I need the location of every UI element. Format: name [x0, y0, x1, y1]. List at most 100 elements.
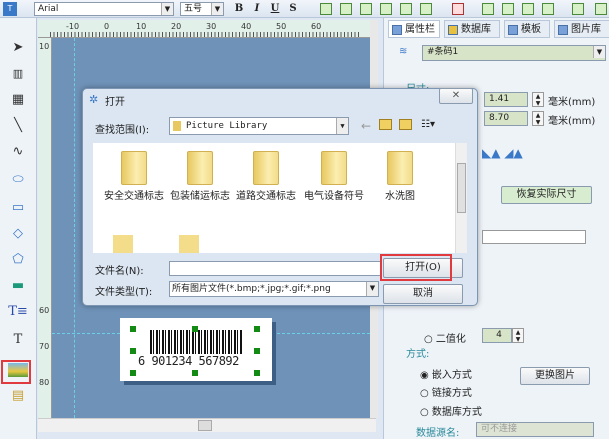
text-style-icon[interactable]: T — [3, 2, 17, 16]
folder-icon — [187, 151, 213, 185]
chevron-down-icon: ▼ — [336, 118, 348, 134]
center-icon[interactable] — [452, 3, 464, 15]
file-list[interactable]: 安全交通标志 包装储运标志 道路交通标志 电气设备符号 水洗图 — [93, 143, 467, 253]
template-icon — [508, 25, 518, 35]
folder-item[interactable]: 安全交通标志 — [99, 151, 169, 204]
align-bottom-icon[interactable] — [380, 3, 392, 15]
line-icon[interactable]: ╲ — [8, 116, 28, 136]
polygon-icon[interactable]: ⬠ — [8, 250, 28, 270]
folder-item[interactable]: 包装储运标志 — [165, 151, 235, 204]
group-icon[interactable] — [572, 3, 584, 15]
diamond-icon[interactable]: ◇ — [8, 224, 28, 244]
font-size-select[interactable]: 五号 ▼ — [180, 2, 224, 16]
width-spinner[interactable]: ▲ ▼ — [532, 92, 544, 107]
font-value: Arial — [38, 4, 59, 14]
tab-label: 模板 — [521, 24, 541, 35]
fill-rect-icon[interactable]: ▬ — [8, 276, 28, 296]
object-select[interactable]: #条码1 ▼ — [422, 45, 606, 61]
scroll-thumb[interactable] — [198, 420, 212, 431]
object-value: #条码1 — [427, 47, 459, 57]
rectangle-icon[interactable]: ▭ — [8, 198, 28, 218]
distribute-v-icon[interactable] — [502, 3, 514, 15]
tab-database[interactable]: 数据库 — [444, 20, 500, 38]
horizontal-scrollbar[interactable] — [38, 418, 376, 432]
ruler-tick: 10 — [136, 22, 147, 31]
ungroup-icon[interactable] — [595, 3, 607, 15]
file-list-scrollbar[interactable] — [455, 143, 467, 253]
ellipse-icon[interactable]: ⬭ — [8, 170, 28, 190]
align-top-icon[interactable] — [360, 3, 372, 15]
filetype-label: 文件类型(T): — [95, 287, 153, 298]
back-icon[interactable]: ← — [361, 119, 371, 133]
strike-button[interactable]: S — [286, 2, 300, 16]
align-center-v-icon[interactable] — [420, 3, 432, 15]
label-object[interactable]: 6 901234 567892 — [120, 318, 272, 381]
unit-label: 毫米(mm) — [548, 116, 596, 127]
tab-label: 数据库 — [461, 24, 491, 35]
binarize-option[interactable]: ○ 二值化 — [424, 330, 466, 345]
filename-input[interactable] — [169, 261, 381, 276]
cancel-label: 取消 — [413, 288, 433, 299]
close-button[interactable]: ✕ — [439, 88, 473, 104]
replace-image-label: 更换图片 — [535, 370, 575, 381]
height-spinner[interactable]: ▲ ▼ — [532, 111, 544, 126]
barcode-icon[interactable]: ▥ — [8, 64, 28, 84]
folder-label: 水洗图 — [385, 191, 415, 202]
binarize-input[interactable]: 4 — [482, 328, 512, 343]
replace-image-button[interactable]: 更换图片 — [520, 367, 590, 385]
dropdown[interactable] — [482, 230, 586, 244]
folder-item[interactable]: 道路交通标志 — [231, 151, 301, 204]
datasource-select[interactable]: 可不连接 — [476, 422, 594, 437]
filetype-select[interactable]: 所有图片文件(*.bmp;*.jpg;*.gif;*.png ▼ — [169, 281, 379, 297]
tab-template[interactable]: 模板 — [504, 20, 550, 38]
ruler-tick: -10 — [66, 22, 80, 31]
ruler-tick: 0 — [104, 22, 110, 31]
up-folder-icon[interactable] — [379, 119, 392, 130]
ruler-tick: 70 — [39, 342, 50, 351]
database-icon — [448, 25, 458, 35]
qrcode-icon[interactable]: ▦ — [8, 90, 28, 110]
binarize-spinner[interactable]: ▲ ▼ — [512, 328, 524, 343]
text-icon[interactable]: T — [8, 330, 28, 350]
radio-label: 数据库方式 — [431, 407, 482, 418]
text-box-icon[interactable]: T≡ — [8, 302, 28, 322]
distribute-h-icon[interactable] — [482, 3, 494, 15]
view-menu-icon[interactable]: ☷▾ — [421, 119, 441, 131]
tab-properties[interactable]: 属性栏 — [388, 20, 440, 38]
radio-database[interactable]: ○ 数据库方式 — [420, 403, 482, 418]
ruler-tick: 50 — [276, 22, 287, 31]
font-select[interactable]: Arial ▼ — [34, 2, 174, 16]
filename-label: 文件名(N): — [95, 266, 144, 277]
new-folder-icon[interactable] — [399, 119, 412, 130]
radio-label: 嵌入方式 — [431, 370, 472, 381]
radio-link[interactable]: ○ 链接方式 — [420, 384, 472, 399]
same-height-icon[interactable] — [542, 3, 554, 15]
tab-image-library[interactable]: 图片库 — [554, 20, 609, 38]
restore-size-button[interactable]: 恢复实际尺寸 — [501, 186, 592, 204]
italic-button[interactable]: I — [250, 2, 264, 16]
align-right-icon[interactable] — [340, 3, 352, 15]
curve-icon[interactable]: ∿ — [8, 142, 28, 162]
align-center-h-icon[interactable] — [400, 3, 412, 15]
table-icon[interactable]: ▤ — [8, 386, 28, 406]
folder-icon — [253, 151, 279, 185]
width-input[interactable]: 1.41 — [484, 92, 528, 107]
look-in-select[interactable]: Picture Library ▼ — [169, 117, 349, 135]
folder-icon — [179, 235, 199, 253]
folder-item[interactable]: 水洗图 — [365, 151, 435, 204]
bold-button[interactable]: B — [232, 2, 246, 16]
pointer-icon[interactable]: ➤ — [8, 38, 28, 58]
radio-embed[interactable]: ◉ 嵌入方式 — [420, 366, 472, 381]
ruler-tick: 60 — [311, 22, 322, 31]
same-width-icon[interactable] — [522, 3, 534, 15]
folder-item[interactable]: 电气设备符号 — [299, 151, 369, 204]
height-input[interactable]: 8.70 — [484, 111, 528, 126]
align-left-icon[interactable] — [320, 3, 332, 15]
vertical-ruler: 10 60 70 80 — [38, 38, 52, 418]
cancel-button[interactable]: 取消 — [383, 284, 463, 304]
folder-icon — [321, 151, 347, 185]
binarize-label: 二值化 — [435, 334, 466, 345]
flip-icon[interactable]: ◣▲ ◢▲ — [482, 146, 523, 160]
filetype-value: 所有图片文件(*.bmp;*.jpg;*.gif;*.png — [172, 284, 331, 294]
underline-button[interactable]: U — [268, 2, 282, 16]
